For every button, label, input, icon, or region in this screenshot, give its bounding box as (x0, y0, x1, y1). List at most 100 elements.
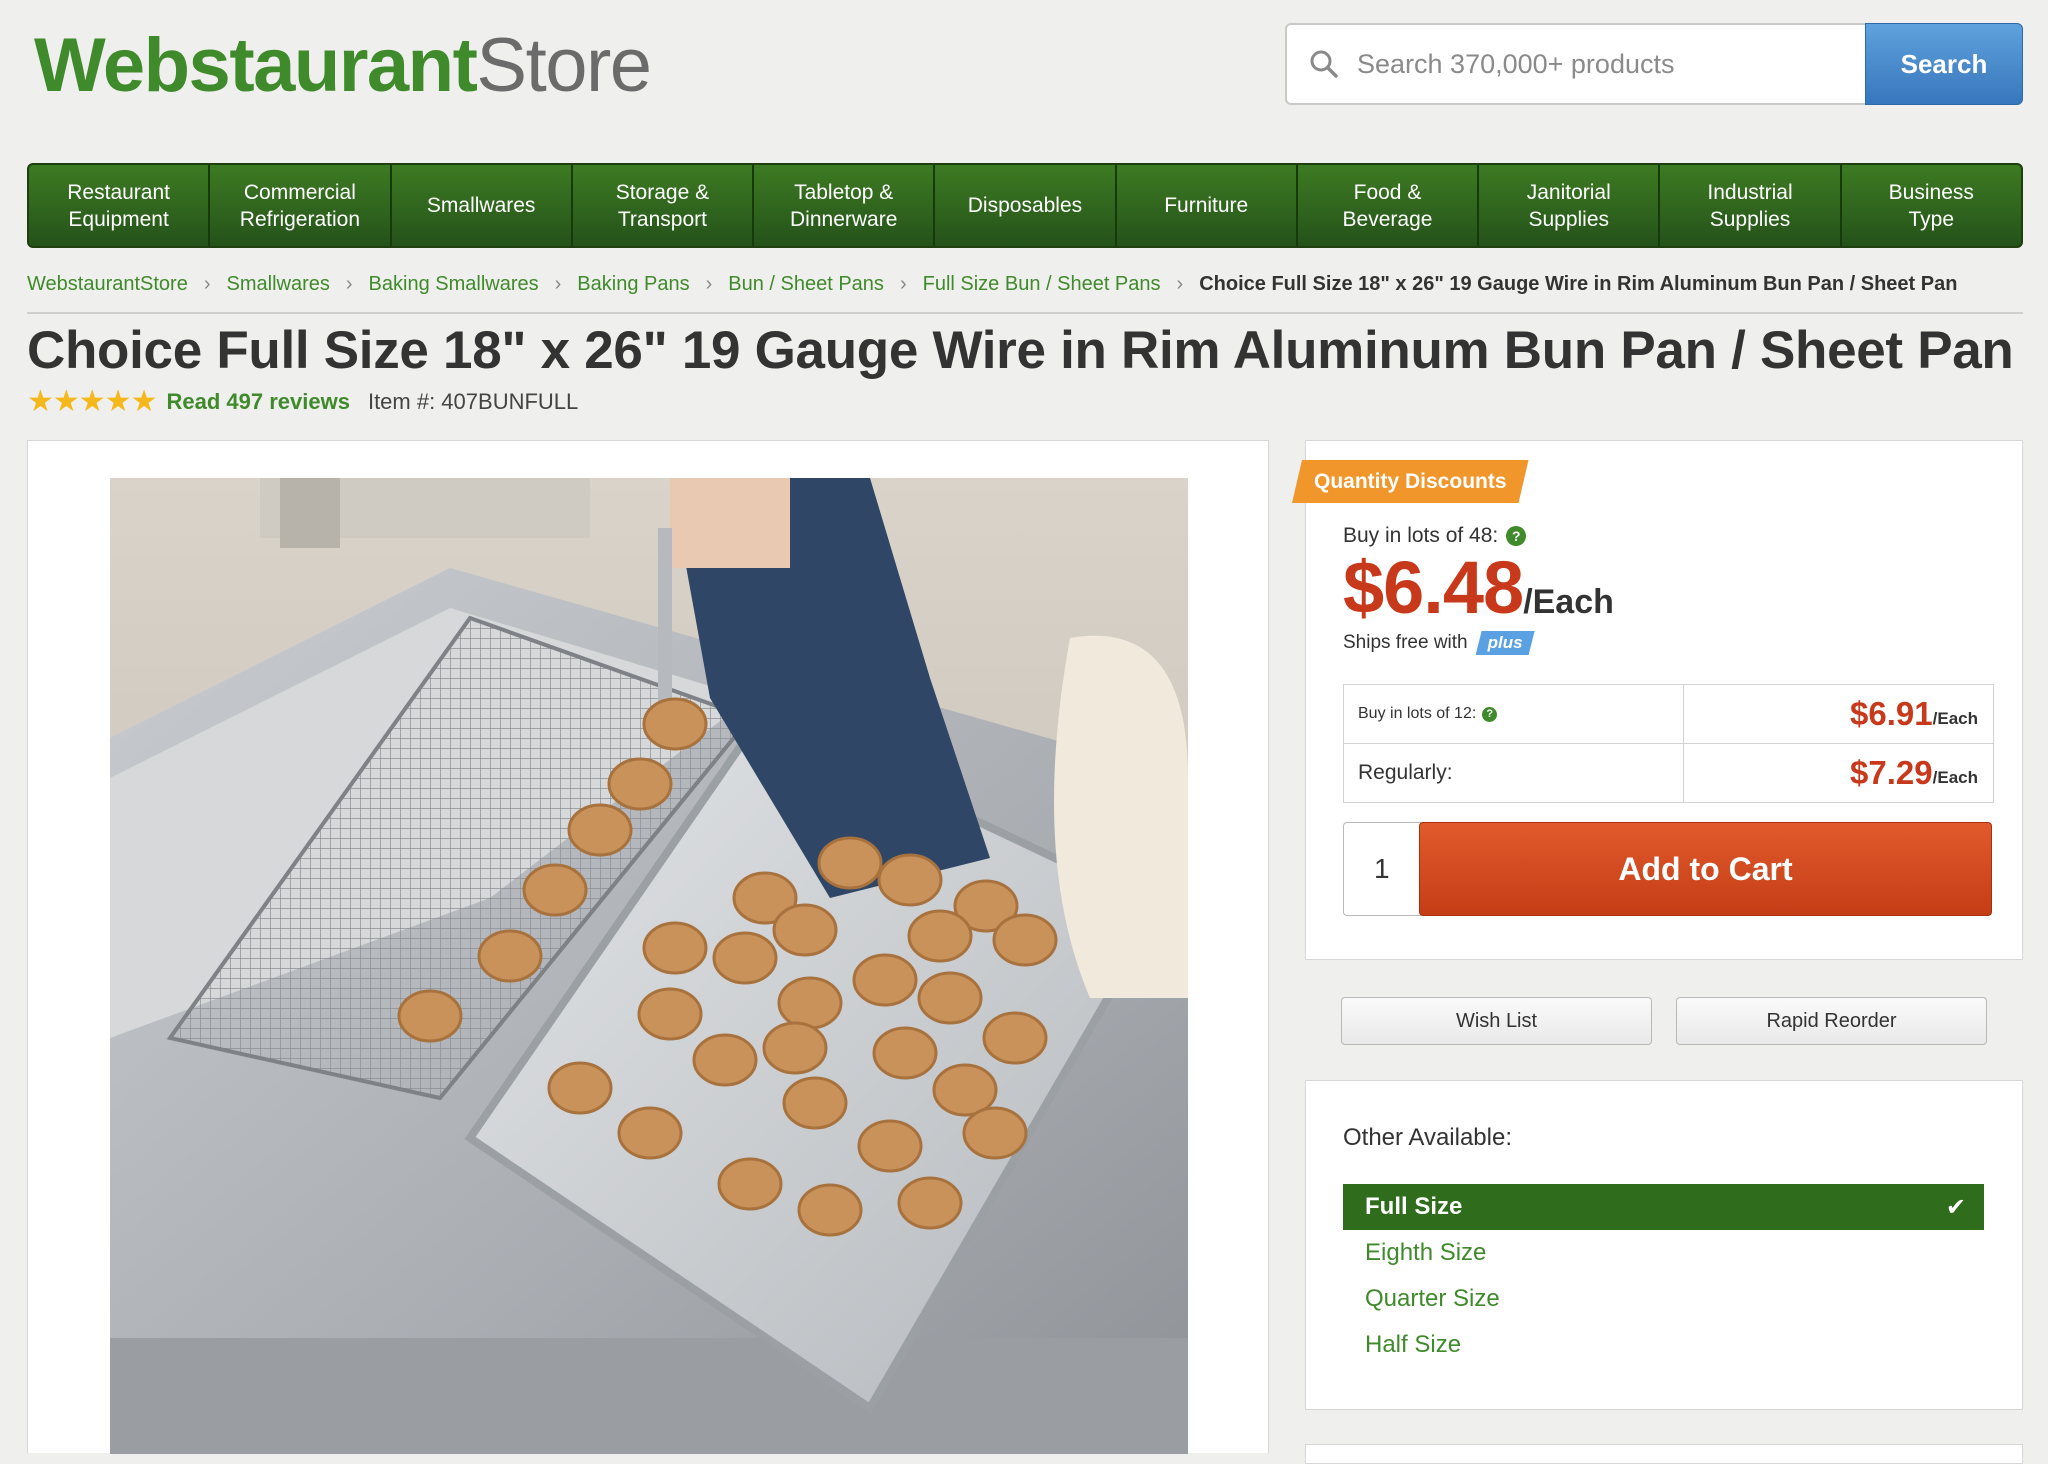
cookie-shape (712, 931, 778, 985)
checkmark-icon: ✔ (1945, 1193, 1966, 1221)
size-option-half[interactable]: Half Size (1343, 1322, 1984, 1368)
tier-price-amount: $6.91 (1850, 695, 1933, 732)
reviews-link[interactable]: Read 497 reviews (166, 389, 349, 415)
cookie-shape (897, 1176, 963, 1230)
nav-item-smallwares[interactable]: Smallwares (392, 165, 573, 246)
quantity-input[interactable] (1343, 822, 1421, 916)
tier-label-text: Buy in lots of 12: (1358, 705, 1477, 722)
chevron-right-icon: › (554, 272, 562, 295)
nav-item-tabletop-dinnerware[interactable]: Tabletop & Dinnerware (754, 165, 936, 246)
cookie-shape (817, 836, 883, 890)
main-price: $6.48/Each (1343, 545, 1614, 630)
tier-price-unit: /Each (1932, 709, 1978, 728)
nav-item-storage-transport[interactable]: Storage & Transport (573, 165, 755, 246)
tier-price-amount: $7.29 (1850, 754, 1933, 791)
price-tier-row: Buy in lots of 12: ? $6.91/Each (1344, 685, 1993, 744)
star-rating-icon[interactable]: ★★★★★ (27, 384, 157, 419)
size-options-list: Full Size ✔ Eighth Size Quarter Size Hal… (1343, 1184, 1984, 1368)
nav-item-commercial-refrigeration[interactable]: Commercial Refrigeration (210, 165, 392, 246)
tier-price: $6.91/Each (1684, 685, 1993, 743)
product-image-panel (27, 440, 1269, 1454)
cookie-shape (782, 1076, 848, 1130)
size-option-label: Half Size (1365, 1331, 1462, 1358)
cookie-shape (642, 921, 708, 975)
chevron-right-icon: › (1176, 272, 1184, 295)
search-input[interactable] (1355, 33, 1839, 95)
cookie-shape (797, 1183, 863, 1237)
sheet-pan-photo-image (110, 478, 1188, 1454)
free-shipping-note: Ships free with plus (1343, 631, 1535, 655)
rapid-reorder-button[interactable]: Rapid Reorder (1676, 997, 1987, 1045)
search-button[interactable]: Search (1865, 23, 2023, 105)
cookie-shape (617, 1106, 683, 1160)
nav-item-furniture[interactable]: Furniture (1117, 165, 1298, 246)
chevron-right-icon: › (203, 272, 211, 295)
cookie-shape (522, 863, 588, 917)
cookie-shape (872, 1026, 938, 1080)
item-number: Item #: 407BUNFULL (367, 388, 579, 414)
chevron-right-icon: › (345, 272, 353, 295)
main-price-unit: /Each (1523, 583, 1614, 621)
cookie-shape (762, 1021, 828, 1075)
cookie-shape (567, 803, 633, 857)
cookie-shape (857, 1119, 923, 1173)
cookie-shape (852, 953, 918, 1007)
main-price-amount: $6.48 (1343, 546, 1524, 629)
page-title: Choice Full Size 18" x 26" 19 Gauge Wire… (27, 321, 2014, 380)
cookie-shape (777, 976, 843, 1030)
site-logo[interactable]: WebstaurantStore (34, 22, 652, 110)
cookie-shape (547, 1061, 613, 1115)
nav-item-food-beverage[interactable]: Food & Beverage (1298, 165, 1480, 246)
quantity-discounts-tag: Quantity Discounts (1292, 460, 1529, 503)
tier-label-text: Regularly: (1358, 761, 1453, 784)
question-icon[interactable]: ? (1506, 526, 1527, 546)
cookie-shape (607, 757, 673, 811)
add-to-cart-button[interactable]: Add to Cart (1419, 822, 1992, 916)
size-option-label: Eighth Size (1365, 1239, 1487, 1266)
logo-text-primary: Webstaurant (34, 23, 478, 108)
nav-item-janitorial-supplies[interactable]: Janitorial Supplies (1479, 165, 1661, 246)
nav-item-restaurant-equipment[interactable]: Restaurant Equipment (29, 165, 211, 246)
other-available-title: Other Available: (1343, 1124, 1512, 1151)
main-nav: Restaurant Equipment Commercial Refriger… (27, 163, 2023, 248)
breadcrumb-link[interactable]: Baking Pans (577, 273, 689, 296)
size-option-eighth[interactable]: Eighth Size (1343, 1230, 1984, 1276)
nav-item-disposables[interactable]: Disposables (935, 165, 1117, 246)
pricing-panel: Quantity Discounts Buy in lots of 48: ? … (1305, 440, 2023, 960)
nav-item-industrial-supplies[interactable]: Industrial Supplies (1660, 165, 1842, 246)
breadcrumb-link[interactable]: Bun / Sheet Pans (728, 273, 884, 296)
tier-price: $7.29/Each (1684, 744, 1993, 802)
breadcrumb-link[interactable]: Full Size Bun / Sheet Pans (923, 273, 1161, 296)
cookie-shape (907, 909, 973, 963)
cookie-shape (992, 913, 1058, 967)
cookie-shape (917, 971, 983, 1025)
search-bar: Search (1285, 23, 2023, 105)
plus-badge[interactable]: plus (1476, 631, 1535, 655)
wish-list-button[interactable]: Wish List (1341, 997, 1652, 1045)
breadcrumb-link[interactable]: WebstaurantStore (27, 273, 188, 296)
breadcrumb-link[interactable]: Smallwares (227, 273, 330, 296)
cookie-shape (717, 1157, 783, 1211)
cookie-shape (772, 903, 838, 957)
cookie-shape (477, 929, 543, 983)
cookie-shape (642, 697, 708, 751)
search-icon (1310, 50, 1338, 78)
cookie-shape (692, 1033, 758, 1087)
breadcrumb-link[interactable]: Baking Smallwares (369, 273, 539, 296)
product-photo[interactable] (110, 478, 1188, 1454)
breadcrumb-current: Choice Full Size 18" x 26" 19 Gauge Wire… (1199, 272, 1958, 295)
chevron-right-icon: › (899, 272, 907, 295)
size-option-quarter[interactable]: Quarter Size (1343, 1276, 1984, 1322)
cookie-shape (962, 1106, 1028, 1160)
question-icon[interactable]: ? (1482, 706, 1498, 722)
breadcrumb: WebstaurantStore › Smallwares › Baking S… (27, 266, 2023, 314)
nav-item-business-type[interactable]: Business Type (1842, 165, 2021, 246)
tier-label: Buy in lots of 12: ? (1344, 685, 1684, 743)
chevron-right-icon: › (705, 272, 713, 295)
size-option-full[interactable]: Full Size ✔ (1343, 1184, 1984, 1230)
cookie-shape (877, 853, 943, 907)
cookie-shape (637, 987, 703, 1041)
search-field-container[interactable] (1285, 23, 1865, 105)
tier-price-unit: /Each (1932, 768, 1978, 787)
price-tier-row: Regularly: $7.29/Each (1344, 744, 1993, 802)
